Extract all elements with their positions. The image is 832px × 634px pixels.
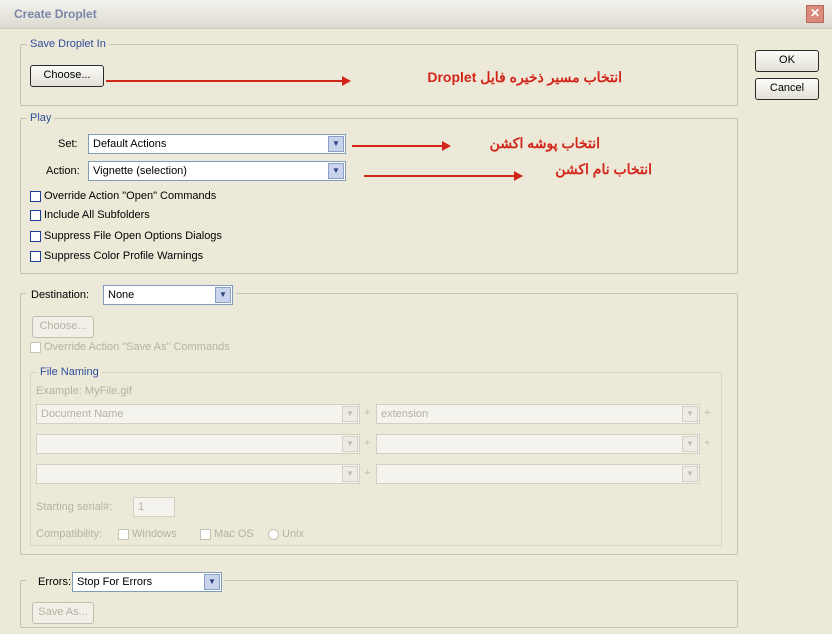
- chevron-down-icon: ▼: [204, 574, 220, 590]
- action-value: Vignette (selection): [93, 165, 187, 177]
- destination-choose-button[interactable]: Choose...: [32, 316, 94, 338]
- compat-windows-label: Windows: [132, 528, 177, 540]
- set-label: Set:: [58, 138, 78, 150]
- override-open-checkbox[interactable]: [30, 191, 41, 202]
- override-save-as-checkbox[interactable]: [30, 342, 41, 353]
- chevron-down-icon: ▼: [342, 436, 358, 452]
- plus-label: +: [364, 407, 371, 419]
- naming-field-3[interactable]: ▼: [36, 434, 360, 454]
- save-as-button[interactable]: Save As...: [32, 602, 94, 624]
- override-save-as-label: Override Action "Save As" Commands: [44, 341, 230, 353]
- annotation-arrow-head: [442, 141, 451, 151]
- compat-macos-checkbox[interactable]: [200, 529, 211, 540]
- chevron-down-icon: ▼: [682, 466, 698, 482]
- starting-serial-label: Starting serial#:: [36, 501, 113, 513]
- chevron-down-icon: ▼: [328, 163, 344, 179]
- errors-select[interactable]: Stop For Errors ▼: [72, 572, 222, 592]
- action-label: Action:: [46, 165, 80, 177]
- set-value: Default Actions: [93, 138, 167, 150]
- annotation-action: انتخاب نام اکشن: [555, 161, 652, 177]
- destination-select[interactable]: None ▼: [103, 285, 233, 305]
- annotation-arrow-head: [514, 171, 523, 181]
- file-naming-group: File Naming: [30, 366, 722, 546]
- file-naming-legend: File Naming: [40, 366, 99, 378]
- plus-label: +: [704, 407, 711, 419]
- play-legend: Play: [30, 112, 52, 124]
- errors-label: Errors:: [38, 576, 71, 588]
- set-select[interactable]: Default Actions ▼: [88, 134, 346, 154]
- annotation-arrow-head: [342, 76, 351, 86]
- plus-label: +: [364, 437, 371, 449]
- file-naming-example: Example: MyFile.gif: [36, 385, 132, 397]
- naming-field-5[interactable]: ▼: [36, 464, 360, 484]
- cancel-button[interactable]: Cancel: [755, 78, 819, 100]
- naming-field-6[interactable]: ▼: [376, 464, 700, 484]
- chevron-down-icon: ▼: [215, 287, 231, 303]
- chevron-down-icon: ▼: [342, 406, 358, 422]
- starting-serial-value: 1: [138, 501, 145, 513]
- naming-field-4[interactable]: ▼: [376, 434, 700, 454]
- annotation-set: انتخاب پوشه اکشن: [489, 135, 600, 151]
- choose-droplet-location-button[interactable]: Choose...: [30, 65, 104, 87]
- compat-macos-label: Mac OS: [214, 528, 254, 540]
- naming-field-2[interactable]: extension ▼: [376, 404, 700, 424]
- title-bar: Create Droplet ✕: [0, 0, 832, 29]
- plus-label: +: [704, 437, 711, 449]
- compat-windows-checkbox[interactable]: [118, 529, 129, 540]
- compatibility-label: Compatibility:: [36, 528, 103, 540]
- naming-field-2-value: extension: [381, 408, 429, 420]
- include-subfolders-label: Include All Subfolders: [44, 209, 150, 221]
- annotation-arrow-line: [364, 175, 516, 177]
- close-icon[interactable]: ✕: [806, 5, 824, 23]
- suppress-color-profile-checkbox[interactable]: [30, 251, 41, 262]
- annotation-arrow-line: [106, 80, 344, 82]
- window-title: Create Droplet: [14, 7, 97, 21]
- naming-field-1-value: Document Name: [41, 408, 124, 420]
- compat-unix-checkbox[interactable]: [268, 529, 279, 540]
- chevron-down-icon: ▼: [342, 466, 358, 482]
- suppress-color-profile-label: Suppress Color Profile Warnings: [44, 250, 204, 262]
- save-droplet-in-group: Save Droplet In: [20, 38, 738, 106]
- starting-serial-input[interactable]: 1: [133, 497, 175, 517]
- override-open-label: Override Action "Open" Commands: [44, 190, 217, 202]
- annotation-save-path: انتخاب مسیر ذخیره فایل Droplet: [427, 69, 622, 85]
- chevron-down-icon: ▼: [328, 136, 344, 152]
- save-droplet-in-legend: Save Droplet In: [30, 38, 106, 50]
- suppress-file-open-checkbox[interactable]: [30, 231, 41, 242]
- destination-label: Destination:: [31, 289, 90, 301]
- ok-button[interactable]: OK: [755, 50, 819, 72]
- include-subfolders-checkbox[interactable]: [30, 210, 41, 221]
- plus-label: +: [364, 467, 371, 479]
- annotation-arrow-line: [352, 145, 444, 147]
- destination-value: None: [108, 289, 135, 301]
- errors-value: Stop For Errors: [77, 576, 153, 588]
- chevron-down-icon: ▼: [682, 436, 698, 452]
- suppress-file-open-label: Suppress File Open Options Dialogs: [44, 230, 222, 242]
- action-select[interactable]: Vignette (selection) ▼: [88, 161, 346, 181]
- naming-field-1[interactable]: Document Name ▼: [36, 404, 360, 424]
- chevron-down-icon: ▼: [682, 406, 698, 422]
- compat-unix-label: Unix: [282, 528, 305, 540]
